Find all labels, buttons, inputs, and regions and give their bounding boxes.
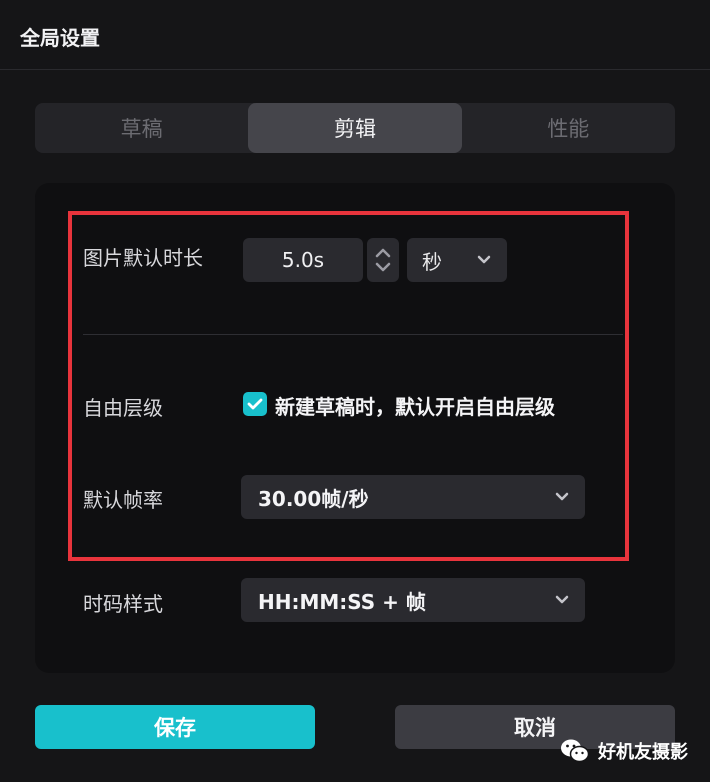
free-layer-checkbox-text[interactable]: 新建草稿时，默认开启自由层级: [275, 391, 555, 420]
timecode-style-select[interactable]: HH:MM:SS + 帧: [241, 578, 585, 622]
wechat-icon: [561, 739, 590, 763]
chevron-down-icon: [555, 595, 569, 604]
dialog-titlebar: 全局设置: [0, 0, 710, 70]
global-settings-dialog: 全局设置 草稿 剪辑 性能 图片默认时长 秒 自由层级 新建草稿时，默认开启自由…: [0, 0, 710, 782]
chevron-down-icon: [555, 492, 569, 501]
duration-unit-value: 秒: [422, 249, 442, 274]
save-button[interactable]: 保存: [35, 705, 315, 749]
default-framerate-label: 默认帧率: [83, 488, 163, 512]
tab-draft[interactable]: 草稿: [35, 103, 248, 153]
section-divider: [83, 334, 623, 335]
duration-unit-select[interactable]: 秒: [407, 238, 507, 282]
checkmark-icon: [247, 398, 263, 410]
chevron-down-icon: [477, 255, 491, 264]
watermark-text: 好机友摄影: [598, 742, 688, 763]
settings-tabs: 草稿 剪辑 性能: [35, 103, 675, 153]
tab-edit[interactable]: 剪辑: [248, 103, 462, 153]
default-framerate-value: 30.00帧/秒: [258, 486, 369, 511]
free-layer-label: 自由层级: [83, 396, 163, 420]
free-layer-checkbox[interactable]: [243, 392, 267, 416]
default-framerate-select[interactable]: 30.00帧/秒: [241, 475, 585, 519]
timecode-style-value: HH:MM:SS + 帧: [258, 589, 426, 614]
up-down-arrows-icon: [375, 248, 391, 272]
watermark: 好机友摄影: [560, 738, 688, 764]
dialog-title: 全局设置: [20, 26, 100, 50]
image-duration-input[interactable]: [243, 238, 363, 282]
tab-performance[interactable]: 性能: [462, 103, 675, 153]
image-duration-label: 图片默认时长: [83, 246, 203, 270]
duration-stepper[interactable]: [367, 238, 399, 282]
timecode-style-label: 时码样式: [83, 592, 163, 616]
